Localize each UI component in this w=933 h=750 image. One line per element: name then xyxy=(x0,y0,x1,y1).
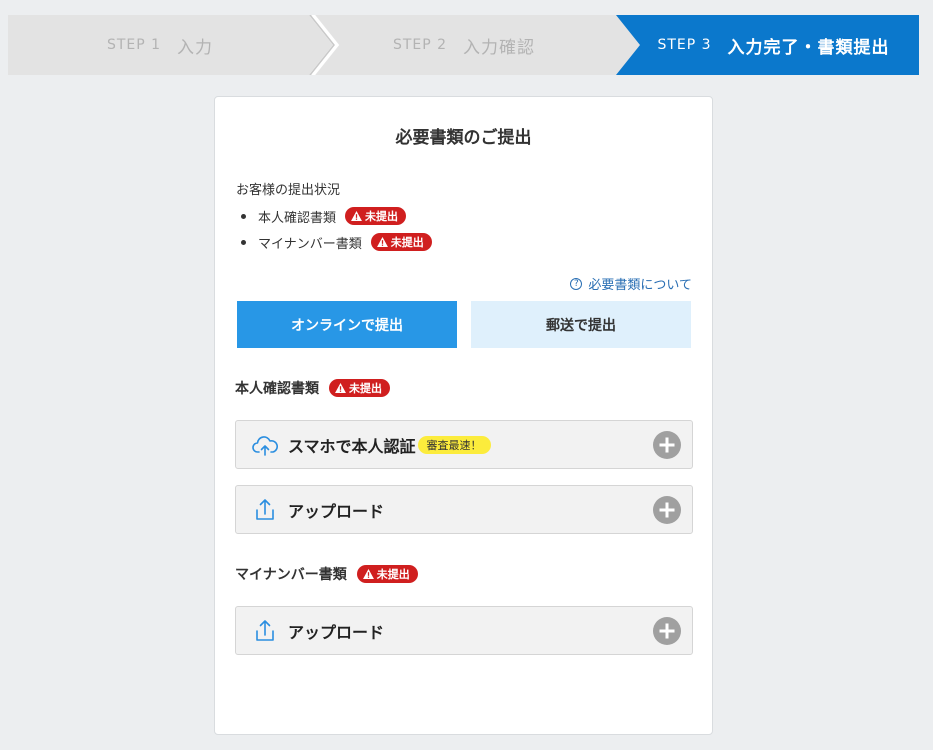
mynumber-section-header: マイナンバー書類 未提出 xyxy=(235,564,418,584)
warning-icon xyxy=(351,211,362,221)
plus-circle-icon[interactable] xyxy=(653,496,681,524)
fastest-review-pill: 審査最速！ xyxy=(417,435,491,454)
status-badge: 未提出 xyxy=(329,379,390,397)
help-link-text: 必要書類について xyxy=(588,278,692,293)
bullet-icon xyxy=(241,213,246,219)
step-1-label: 入力 xyxy=(177,37,214,58)
status-badge: 未提出 xyxy=(370,233,432,251)
smartphone-verification-option[interactable]: スマホで本人認証 審査最速！ xyxy=(235,420,693,469)
status-label: お客様の提出状況 xyxy=(236,183,341,198)
plus-circle-icon[interactable] xyxy=(653,617,681,645)
status-list: 本人確認書類 未提出 マイナンバー書類 未提出 xyxy=(236,203,432,255)
cloud-upload-icon xyxy=(252,435,278,456)
upload-icon xyxy=(256,498,274,520)
option-label: アップロード xyxy=(288,501,385,521)
status-item-identity: 本人確認書類 未提出 xyxy=(236,203,432,229)
step-2-label: 入力確認 xyxy=(463,37,536,58)
section-title: 本人確認書類 xyxy=(235,381,319,397)
step-3: STEP 3 入力完了・書類提出 xyxy=(628,15,919,75)
submit-by-mail-button[interactable]: 郵送で提出 xyxy=(471,301,691,348)
status-item-label: 本人確認書類 xyxy=(258,210,337,226)
upload-icon xyxy=(256,619,274,641)
option-label: アップロード xyxy=(288,622,385,642)
step-1-number: STEP 1 xyxy=(106,37,162,53)
progress-stepper: STEP 1 入力 STEP 2 入力確認 STEP 3 入力完了・書類提出 xyxy=(8,15,919,75)
document-submission-card: 必要書類のご提出 お客様の提出状況 本人確認書類 未提出 マイナンバー書類 未提… xyxy=(214,96,713,735)
section-title: マイナンバー書類 xyxy=(235,567,347,583)
identity-upload-option[interactable]: アップロード xyxy=(235,485,693,534)
warning-icon xyxy=(362,569,374,579)
step-1: STEP 1 入力 xyxy=(8,15,312,75)
mynumber-upload-option[interactable]: アップロード xyxy=(235,606,693,655)
status-item-label: マイナンバー書類 xyxy=(258,236,362,252)
step-3-number: STEP 3 xyxy=(657,37,712,53)
status-badge: 未提出 xyxy=(356,565,418,583)
status-badge-text: 未提出 xyxy=(390,236,424,249)
step-3-label: 入力完了・書類提出 xyxy=(727,37,890,58)
warning-icon xyxy=(335,383,346,393)
required-documents-link[interactable]: ? 必要書類について xyxy=(570,274,692,293)
bullet-icon xyxy=(241,239,246,245)
status-badge: 未提出 xyxy=(345,207,407,225)
status-badge-text: 未提出 xyxy=(365,210,399,223)
option-label: スマホで本人認証 xyxy=(288,436,416,456)
submit-online-button[interactable]: オンラインで提出 xyxy=(237,301,457,348)
step-2-number: STEP 2 xyxy=(392,37,448,53)
status-badge-text: 未提出 xyxy=(376,568,410,581)
status-badge-text: 未提出 xyxy=(349,382,382,395)
warning-icon xyxy=(376,237,388,247)
step-2: STEP 2 入力確認 xyxy=(312,15,616,75)
card-title: 必要書類のご提出 xyxy=(395,128,532,148)
status-item-mynumber: マイナンバー書類 未提出 xyxy=(236,229,432,255)
plus-circle-icon[interactable] xyxy=(653,431,681,459)
identity-section-header: 本人確認書類 未提出 xyxy=(235,378,390,398)
question-circle-icon: ? xyxy=(570,277,583,290)
